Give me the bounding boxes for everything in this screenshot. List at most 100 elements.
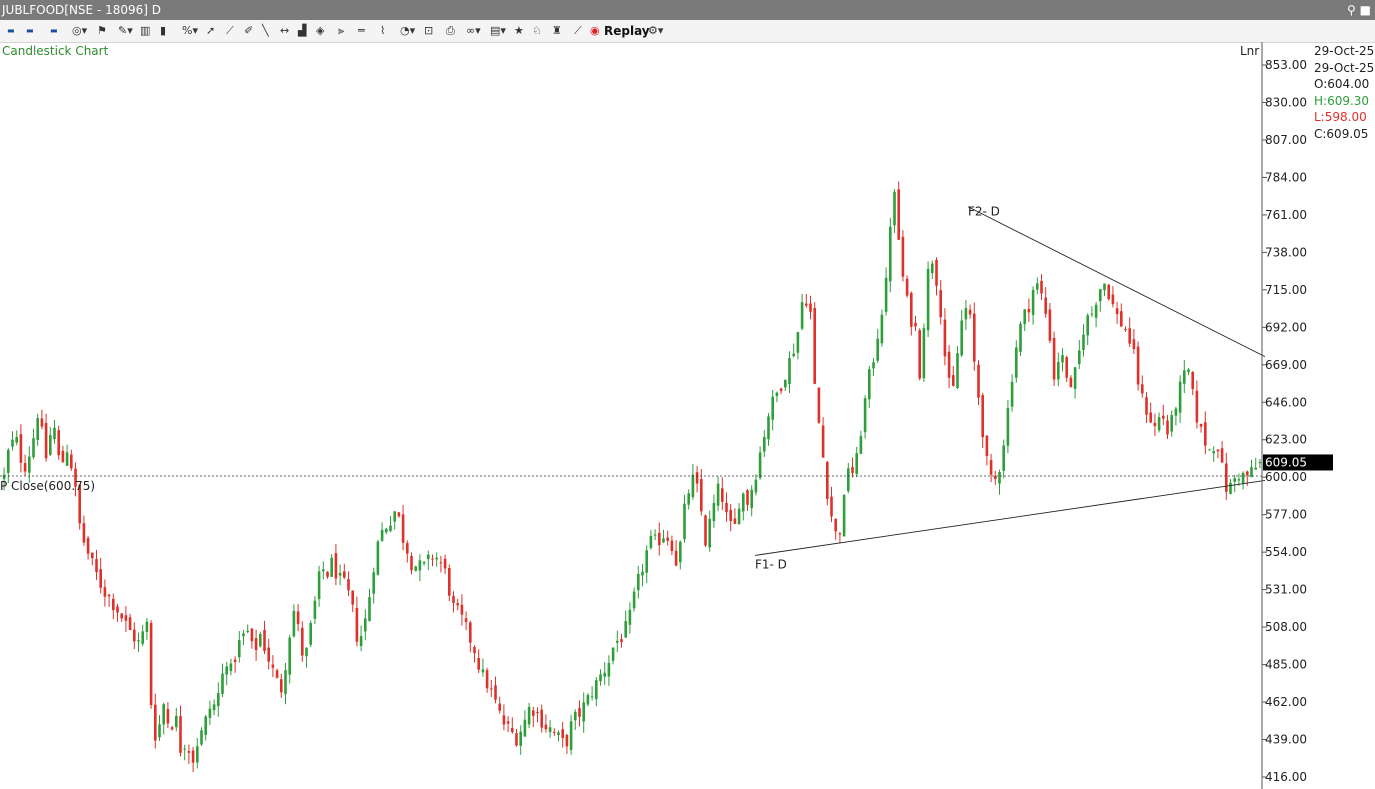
link-icon[interactable]: ∞▾ <box>466 23 481 39</box>
candle-body <box>355 607 359 642</box>
candle-body <box>254 638 258 651</box>
chart-toolbar: ▬ ▬ ▬ ◎▾ ⚑ ✎▾ ▥ ▮ %▾ ➚ ⟋ ✐ ╲ ↔ ▟ ◈ ⫸ ═ ⌇… <box>0 20 1375 43</box>
candle-body <box>968 309 972 315</box>
candle-body <box>578 707 581 717</box>
candle-body <box>91 552 94 559</box>
ohlc-low: L:598.00 <box>1314 110 1367 124</box>
candle-body <box>679 541 682 563</box>
star-icon[interactable]: ★ <box>514 23 524 39</box>
candle-body <box>1082 334 1085 350</box>
candle-body <box>1149 412 1152 423</box>
candle-body <box>133 629 136 642</box>
candle-body <box>1057 361 1060 380</box>
user-icon[interactable]: ■ <box>1360 3 1371 17</box>
candle-body <box>7 449 10 473</box>
candle-body <box>813 308 816 384</box>
pencil-icon[interactable]: ✐ <box>244 23 253 39</box>
brush-icon[interactable]: ⌇ <box>380 23 385 39</box>
candle-body <box>540 709 543 728</box>
candles-group <box>2 181 1262 772</box>
candle-body <box>1061 355 1064 363</box>
overlay-icon[interactable]: ⟋ <box>574 23 582 39</box>
intraday-icon[interactable]: ▬ <box>7 23 15 39</box>
parallel-icon[interactable]: ═ <box>358 23 365 39</box>
candle-body <box>330 557 333 577</box>
candle-body <box>956 353 959 389</box>
candle-body <box>410 555 413 571</box>
candle-body <box>128 617 132 631</box>
candle-body <box>95 559 98 573</box>
candle-body <box>632 591 636 609</box>
candle-body <box>1195 390 1199 423</box>
scale-mode-label[interactable]: Lnr <box>1240 44 1259 58</box>
y-tick-label: 416.00 <box>1265 770 1307 784</box>
alert-icon[interactable]: ♘ <box>532 23 542 39</box>
zoom-icon[interactable]: ⊡ <box>424 23 433 39</box>
template-icon[interactable]: ♜ <box>552 23 562 39</box>
candle-body <box>506 721 510 724</box>
crosshair-icon[interactable]: ◎▾ <box>72 23 87 39</box>
candle-body <box>653 534 657 536</box>
candle-body <box>649 535 653 548</box>
candle-icon[interactable]: ▮ <box>160 23 166 39</box>
candle-body <box>1094 304 1098 318</box>
cursor-icon[interactable]: ➚ <box>206 23 215 39</box>
print-icon[interactable]: ⎙ <box>446 23 455 39</box>
replay-icon[interactable]: ◉ <box>590 23 600 39</box>
bar-chart-icon[interactable]: ▥ <box>140 23 150 39</box>
study-icon[interactable]: ▤▾ <box>490 23 506 39</box>
candle-body <box>1246 471 1249 476</box>
candle-body <box>275 670 279 678</box>
percent-icon[interactable]: %▾ <box>182 23 198 39</box>
candle-body <box>582 702 585 722</box>
candle-body <box>82 523 86 543</box>
candle-body <box>901 236 905 277</box>
candle-body <box>393 511 396 522</box>
weekly-icon[interactable]: ▬ <box>50 23 58 39</box>
horizontal-line-icon[interactable]: ↔ <box>280 23 289 39</box>
candle-body <box>317 571 321 599</box>
candle-body <box>112 598 115 611</box>
replay-button[interactable]: Replay <box>604 23 650 39</box>
candle-body <box>910 292 913 327</box>
candle-body <box>364 618 367 632</box>
candle-body <box>624 621 627 638</box>
candle-body <box>700 479 703 512</box>
gear-icon[interactable]: ⚙▾ <box>648 23 663 39</box>
candle-body <box>750 489 753 509</box>
candle-body <box>763 436 766 452</box>
price-chart[interactable]: F1- DF2- D P Close(600.75) 853.00830.008… <box>0 42 1375 789</box>
candle-body <box>595 680 598 700</box>
volume-icon[interactable]: ▟ <box>298 23 306 39</box>
candle-body <box>36 418 39 440</box>
candle-body <box>439 562 443 564</box>
shape-icon[interactable]: ◔▾ <box>400 23 415 39</box>
search-icon[interactable]: ⚲ <box>1347 3 1356 17</box>
candle-body <box>1036 283 1039 290</box>
candle-body <box>784 379 787 388</box>
candle-body <box>103 587 107 597</box>
candle-body <box>1166 420 1169 435</box>
cube-icon[interactable]: ◈ <box>316 23 324 39</box>
candle-body <box>1090 313 1094 315</box>
ruler-icon[interactable]: ⟋ <box>226 23 234 39</box>
candle-body <box>376 541 380 575</box>
candle-body <box>107 594 111 597</box>
window-controls[interactable]: ⚲ ■ <box>1347 0 1371 20</box>
candle-body <box>246 630 249 633</box>
candle-body <box>1031 289 1035 315</box>
fork-icon[interactable]: ⫸ <box>338 23 344 39</box>
daily-icon[interactable]: ▬ <box>26 23 34 39</box>
candle-body <box>851 467 854 473</box>
draw-tool-icon[interactable]: ✎▾ <box>118 23 133 39</box>
candle-body <box>359 636 363 647</box>
candle-body <box>1187 369 1190 373</box>
line-icon[interactable]: ╲ <box>262 23 269 39</box>
candle-body <box>338 572 342 576</box>
candle-body <box>1027 308 1031 313</box>
candle-body <box>502 715 506 725</box>
candle-body <box>805 303 808 306</box>
pin-icon[interactable]: ⚑ <box>97 23 107 39</box>
candle-body <box>452 595 455 604</box>
candle-body <box>691 474 695 498</box>
